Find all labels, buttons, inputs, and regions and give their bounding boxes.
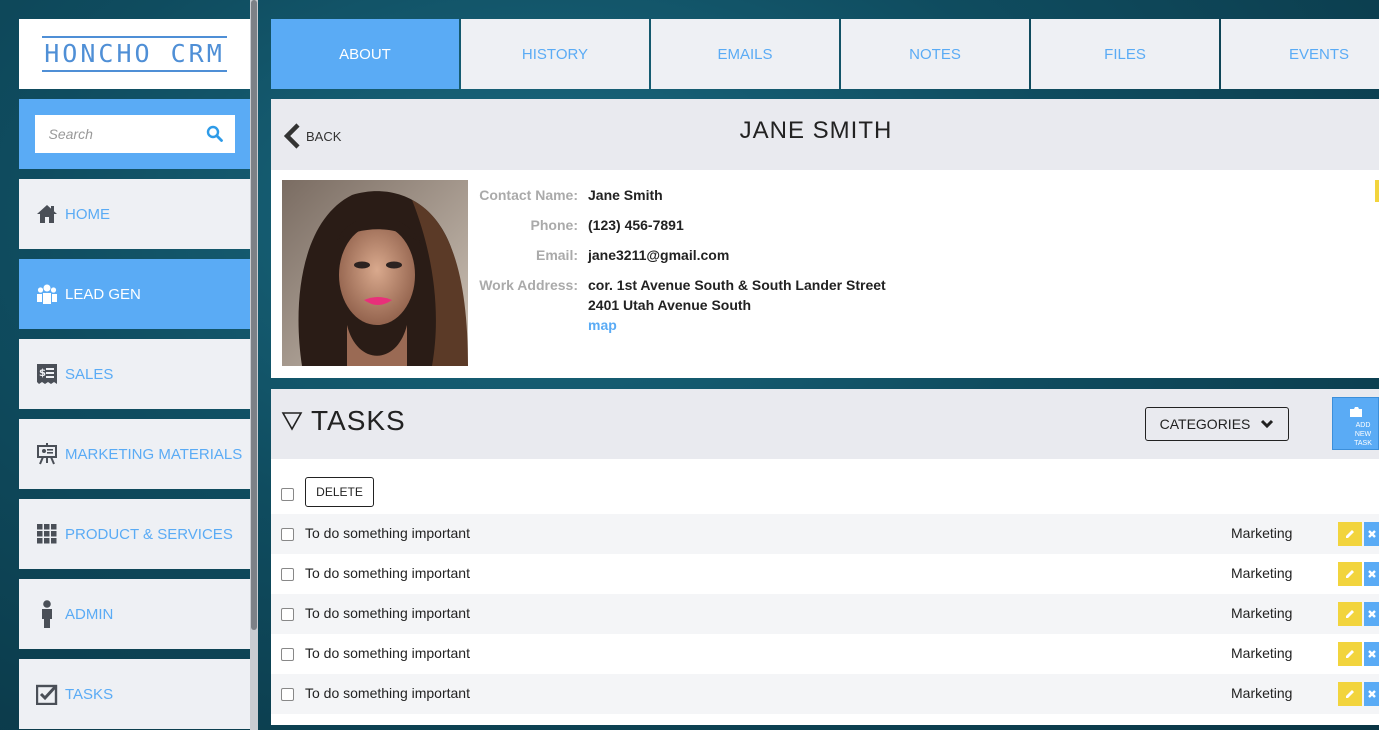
search-panel xyxy=(19,99,250,169)
contact-name-value: Jane Smith xyxy=(588,187,663,203)
task-checkbox[interactable] xyxy=(281,528,294,541)
sidebar-item-label: ADMIN xyxy=(65,605,114,623)
tab-notes[interactable]: NOTES xyxy=(841,19,1029,89)
categories-label: CATEGORIES xyxy=(1159,416,1251,432)
sidebar-item-sales[interactable]: $ SALES xyxy=(19,339,250,409)
table-row: To do something important Marketing xyxy=(271,514,1379,554)
address-row: Work Address: cor. 1st Avenue South & So… xyxy=(471,277,886,335)
task-category: Marketing xyxy=(1231,645,1293,661)
edit-contact-tab[interactable] xyxy=(1375,180,1379,202)
task-checkbox[interactable] xyxy=(281,688,294,701)
close-icon[interactable] xyxy=(1364,642,1379,666)
tab-history[interactable]: HISTORY xyxy=(461,19,649,89)
tasks-title[interactable]: TASKS xyxy=(281,405,406,437)
sidebar-item-product-services[interactable]: PRODUCT & SERVICES xyxy=(19,499,250,569)
sidebar-item-home[interactable]: HOME xyxy=(19,179,250,249)
task-category: Marketing xyxy=(1231,605,1293,621)
grid-icon xyxy=(36,523,58,545)
task-checkbox[interactable] xyxy=(281,648,294,661)
users-icon xyxy=(36,283,58,305)
contact-name-row: Contact Name: Jane Smith xyxy=(471,187,663,203)
delete-button[interactable]: DELETE xyxy=(305,477,374,507)
search-input[interactable] xyxy=(46,125,201,143)
sidebar-item-tasks[interactable]: TASKS xyxy=(19,659,250,729)
page-title: JANE SMITH xyxy=(739,117,893,144)
sidebar-item-admin[interactable]: ADMIN xyxy=(19,579,250,649)
table-row: To do something important Marketing xyxy=(271,554,1379,594)
close-icon[interactable] xyxy=(1364,682,1379,706)
chevron-down-icon xyxy=(1261,419,1274,429)
address-label: Work Address: xyxy=(479,277,578,293)
table-row: To do something important Marketing xyxy=(271,674,1379,714)
sidebar-item-label: HOME xyxy=(65,205,110,223)
close-icon[interactable] xyxy=(1364,602,1379,626)
pencil-icon[interactable] xyxy=(1338,522,1362,546)
phone-label: Phone: xyxy=(530,217,578,233)
add-new-task-button[interactable]: ADD NEW TASK xyxy=(1332,397,1379,450)
address-value: cor. 1st Avenue South & South Lander Str… xyxy=(588,275,886,335)
add-new-task-label: ADD NEW TASK xyxy=(1354,422,1372,447)
back-label: BACK xyxy=(306,128,342,144)
table-row: To do something important Marketing xyxy=(271,594,1379,634)
task-text: To do something important xyxy=(305,685,470,701)
task-checkbox[interactable] xyxy=(281,608,294,621)
tasks-title-text: TASKS xyxy=(311,405,406,436)
pencil-icon[interactable] xyxy=(1338,562,1362,586)
close-icon[interactable] xyxy=(1364,522,1379,546)
contact-photo xyxy=(282,180,468,366)
select-all-checkbox[interactable] xyxy=(281,488,294,501)
sidebar-item-marketing-materials[interactable]: MARKETING MATERIALS xyxy=(19,419,250,489)
email-row: Email: jane3211@gmail.com xyxy=(471,247,729,263)
task-category: Marketing xyxy=(1231,565,1293,581)
tab-about[interactable]: ABOUT xyxy=(271,19,459,89)
address-line-2: 2401 Utah Avenue South xyxy=(588,297,752,313)
email-value: jane3211@gmail.com xyxy=(588,247,730,263)
address-line-1: cor. 1st Avenue South & South Lander Str… xyxy=(588,277,886,293)
tab-files[interactable]: FILES xyxy=(1031,19,1219,89)
contact-name-label: Contact Name: xyxy=(479,187,578,203)
back-button[interactable]: BACK xyxy=(284,123,341,149)
task-category: Marketing xyxy=(1231,685,1293,701)
pencil-icon[interactable] xyxy=(1338,682,1362,706)
tab-events[interactable]: EVENTS xyxy=(1221,19,1379,89)
search-field xyxy=(34,115,235,153)
collapse-triangle-icon xyxy=(281,412,303,431)
home-icon xyxy=(36,203,58,225)
presentation-icon xyxy=(36,443,58,465)
close-icon[interactable] xyxy=(1364,562,1379,586)
person-icon xyxy=(36,600,58,628)
phone-row: Phone: (123) 456-7891 xyxy=(471,217,684,233)
sidebar-item-label: LEAD GEN xyxy=(65,285,141,303)
phone-value: (123) 456-7891 xyxy=(588,217,684,233)
task-text: To do something important xyxy=(305,525,470,541)
pencil-icon[interactable] xyxy=(1338,602,1362,626)
sidebar-item-label: PRODUCT & SERVICES xyxy=(65,525,233,543)
logo-text: HONCHO CRM xyxy=(42,36,227,72)
search-icon[interactable] xyxy=(206,125,223,147)
task-text: To do something important xyxy=(305,645,470,661)
categories-dropdown[interactable]: CATEGORIES xyxy=(1145,407,1289,441)
sidebar-item-label: MARKETING MATERIALS xyxy=(65,445,243,463)
task-text: To do something important xyxy=(305,565,470,581)
sidebar-scrollbar-thumb[interactable] xyxy=(251,0,257,630)
task-category: Marketing xyxy=(1231,525,1293,541)
sidebar-item-lead-gen[interactable]: LEAD GEN xyxy=(19,259,250,329)
task-checkbox[interactable] xyxy=(281,568,294,581)
table-row: To do something important Marketing xyxy=(271,634,1379,674)
pencil-icon[interactable] xyxy=(1338,642,1362,666)
folder-icon xyxy=(1349,407,1362,417)
sidebar-item-label: SALES xyxy=(65,365,114,383)
sidebar-item-label: TASKS xyxy=(65,685,114,703)
logo[interactable]: HONCHO CRM xyxy=(19,19,250,89)
receipt-icon: $ xyxy=(36,363,58,385)
email-label: Email: xyxy=(535,247,578,263)
task-text: To do something important xyxy=(305,605,470,621)
map-link[interactable]: map xyxy=(588,317,617,333)
checkbox-icon xyxy=(36,683,58,705)
chevron-left-icon xyxy=(284,123,300,149)
svg-text:$: $ xyxy=(39,368,46,379)
tab-emails[interactable]: EMAILS xyxy=(651,19,839,89)
